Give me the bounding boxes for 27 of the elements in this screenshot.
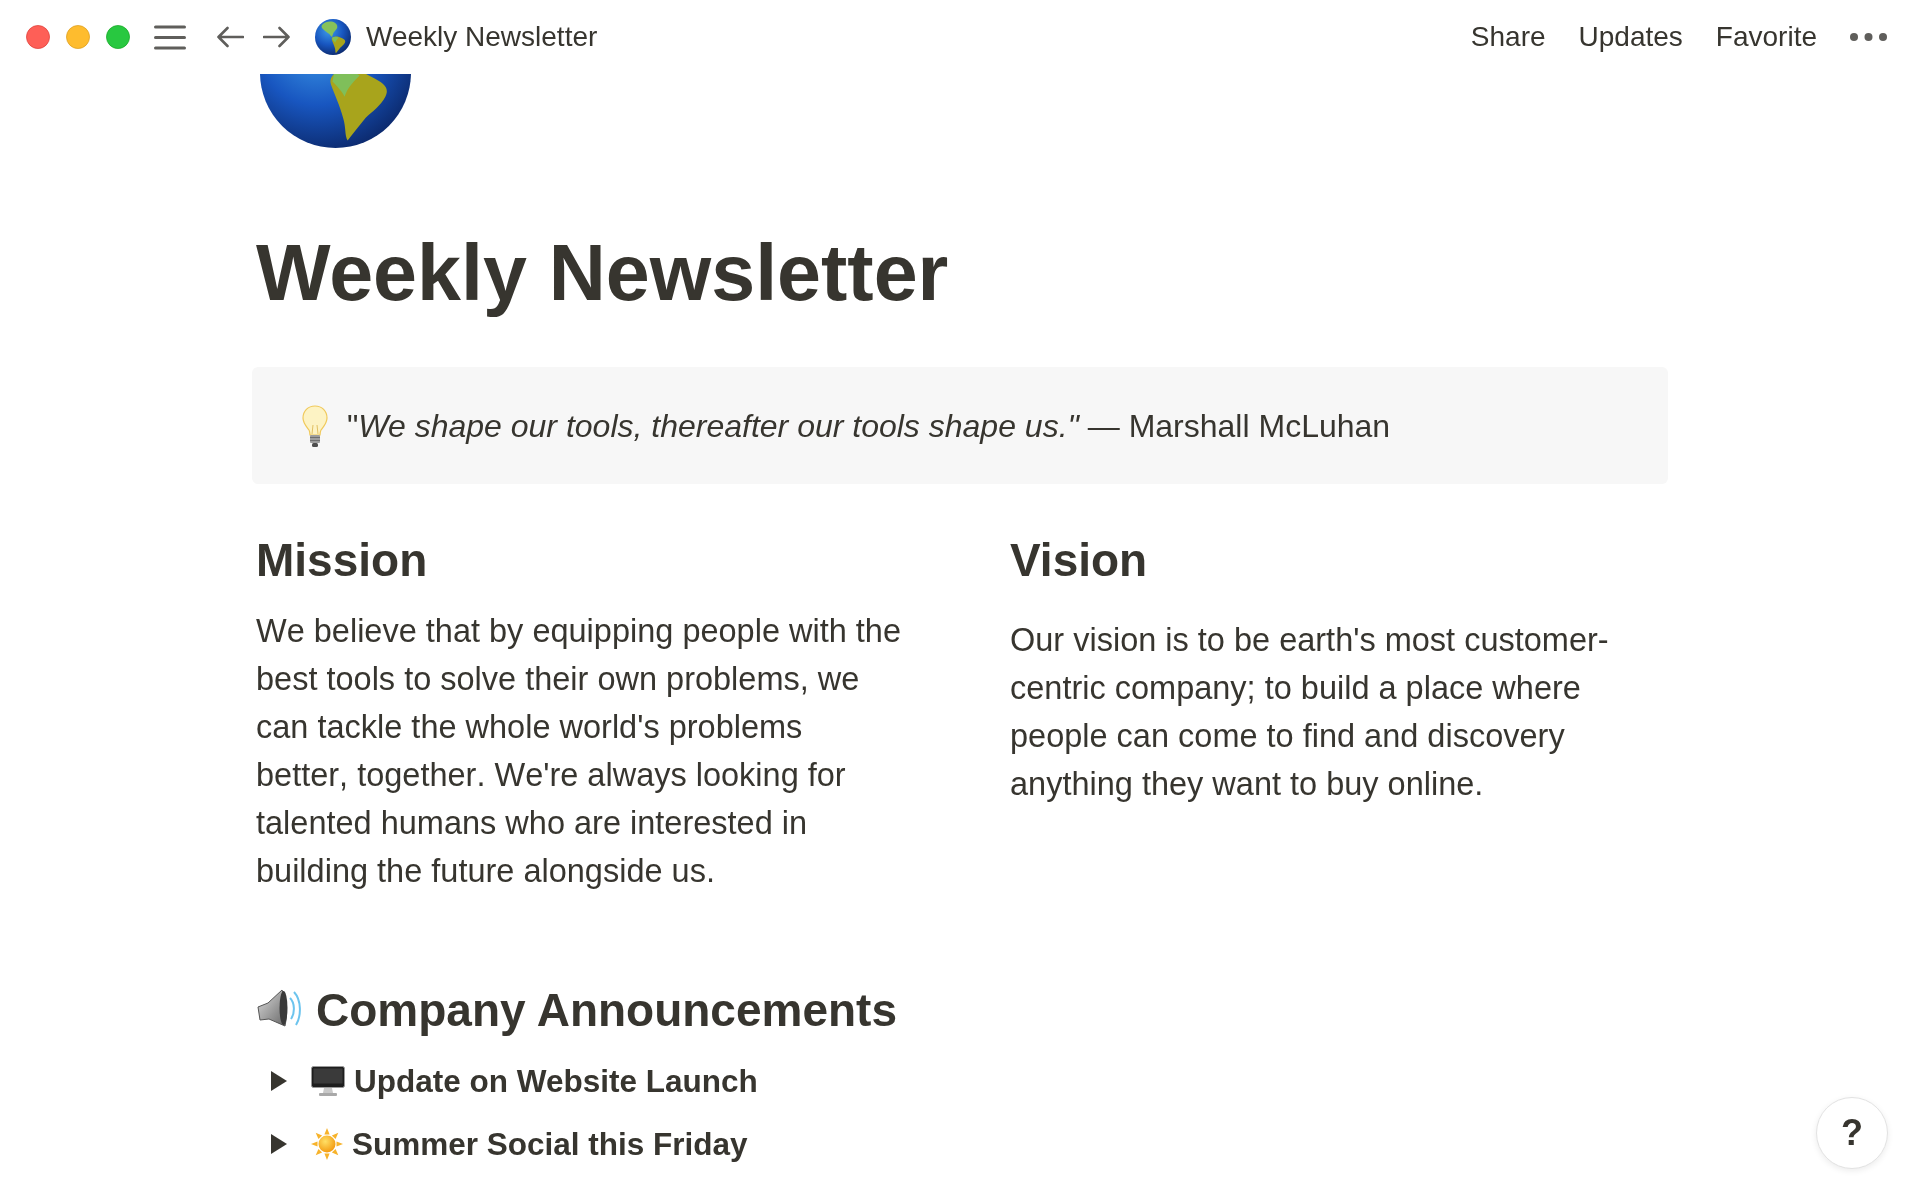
globe-icon bbox=[260, 74, 411, 148]
monitor-icon bbox=[311, 1066, 345, 1096]
triangle-icon[interactable] bbox=[271, 1071, 287, 1091]
quote-text: "We shape our tools, thereafter our tools shape us." — Marshall McLuhan bbox=[347, 406, 1391, 446]
sun-icon bbox=[311, 1128, 343, 1160]
page-breadcrumb[interactable]: Weekly Newsletter bbox=[315, 19, 598, 55]
forward-arrow-icon[interactable] bbox=[263, 26, 291, 48]
toggle-heading: Summer Social this Friday bbox=[352, 1125, 748, 1164]
lightbulb-icon bbox=[302, 404, 328, 447]
page-title: Weekly Newsletter bbox=[255, 227, 950, 319]
section-heading: Mission bbox=[255, 533, 429, 588]
maximize-icon[interactable] bbox=[106, 25, 130, 49]
topbar-button[interactable]: Share bbox=[1470, 21, 1546, 53]
globe-icon bbox=[315, 19, 351, 55]
close-icon[interactable] bbox=[26, 25, 50, 49]
section-heading: Company Announcements bbox=[316, 983, 898, 1038]
paragraph-text: We believe that by equipping people with the best tools to solve their own problems, we can tackle the whole world's problems better, together. We're always looking for talented humans who are interested in building the future alongside us. bbox=[256, 612, 903, 891]
section-heading: Vision bbox=[1009, 533, 1149, 588]
paragraph-text: Our vision is to be earth's most customer-centric company; to build a place where people can come to find and discovery anything they want to buy online. bbox=[1010, 621, 1610, 804]
toggle-heading: Update on Website Launch bbox=[354, 1062, 758, 1101]
more-icon[interactable] bbox=[1850, 33, 1887, 41]
menu-icon[interactable] bbox=[154, 24, 186, 50]
topbar-button[interactable]: Updates bbox=[1578, 21, 1683, 53]
back-arrow-icon[interactable] bbox=[216, 26, 244, 48]
topbar-button[interactable]: Favorite bbox=[1715, 21, 1817, 53]
triangle-icon[interactable] bbox=[271, 1134, 287, 1154]
help-button[interactable]: ? bbox=[1816, 1097, 1888, 1169]
